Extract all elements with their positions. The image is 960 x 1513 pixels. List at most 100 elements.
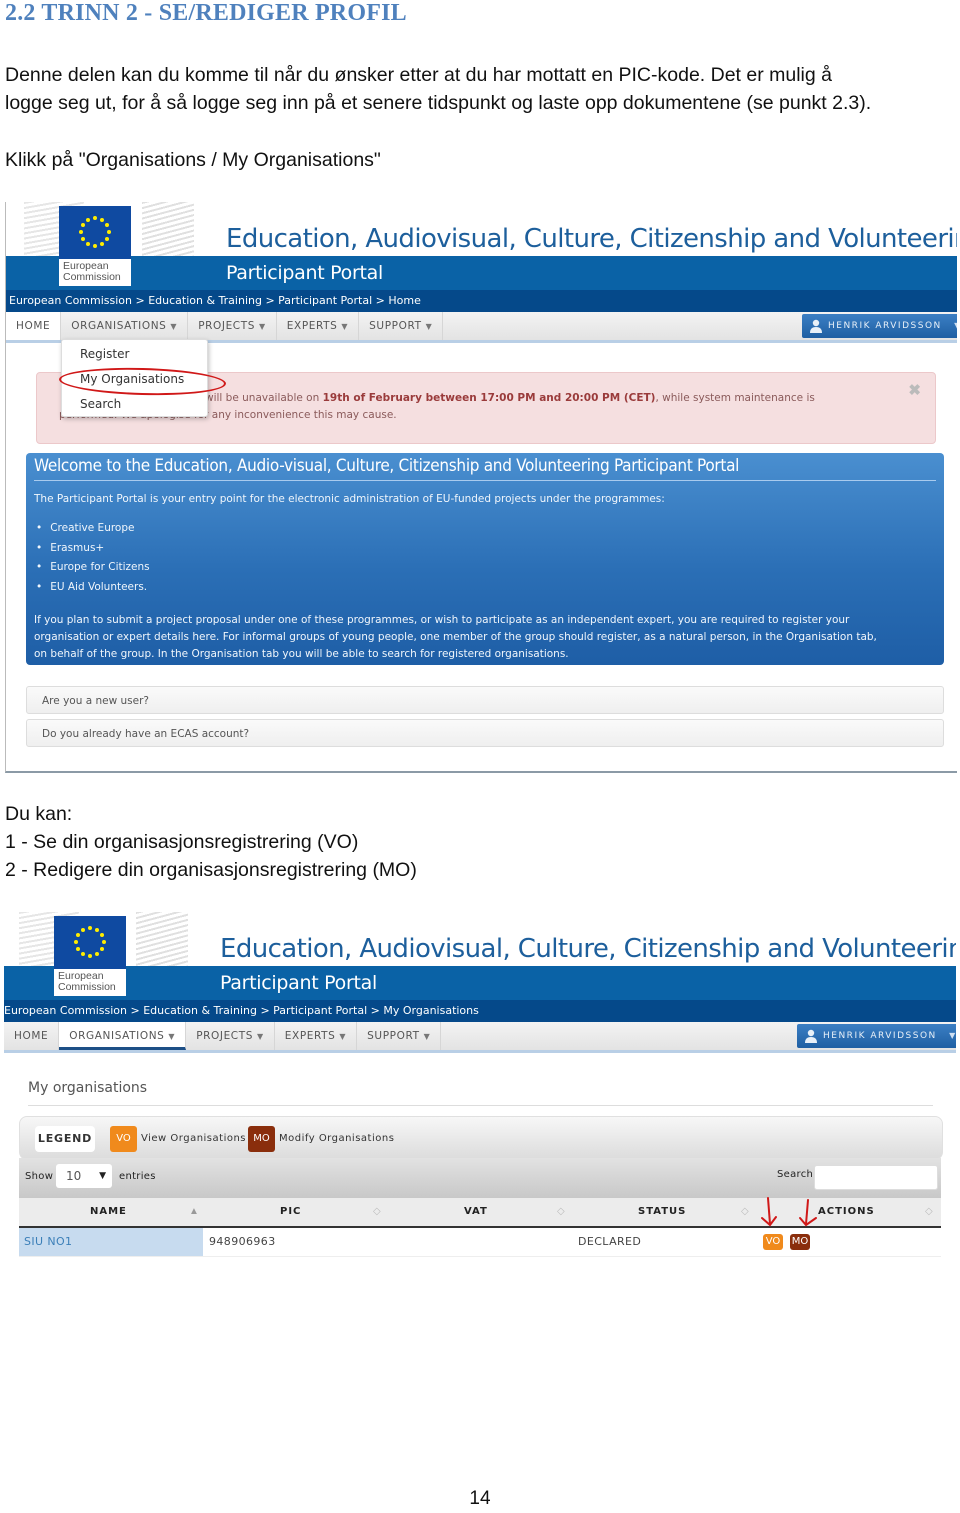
show-label: Show xyxy=(25,1171,54,1182)
intro-line-1: Denne delen kan du komme til når du ønsk… xyxy=(5,64,832,86)
screenshot-portal-home: European Commission Education, Audiovisu… xyxy=(5,202,957,773)
table-row: SIU NO1 948906963 DECLARED VO MO xyxy=(19,1228,941,1257)
caret-down-icon: ▼ xyxy=(339,1032,347,1041)
column-header-name[interactable]: NAME xyxy=(90,1198,127,1226)
vo-badge: VO xyxy=(110,1126,137,1152)
accordion-new-user[interactable]: Are you a new user? xyxy=(26,686,944,714)
user-menu-button[interactable]: HENRIK ARVIDSSON ▼ xyxy=(802,314,957,338)
nav-home[interactable]: HOME xyxy=(6,312,62,340)
entries-label: entries xyxy=(119,1171,156,1182)
ec-logo-line2: Commission xyxy=(58,981,116,993)
table-tools: Show 10 ▼ entries Search xyxy=(19,1158,941,1198)
alert-text-end: , while system maintenance is xyxy=(655,392,815,404)
nav-organisations[interactable]: ORGANISATIONS ▼ xyxy=(61,312,189,340)
sort-icon[interactable]: ◇ xyxy=(925,1198,933,1226)
nav-support-label: SUPPORT xyxy=(369,320,422,332)
modify-organisation-button[interactable]: MO xyxy=(790,1234,810,1250)
column-header-status[interactable]: STATUS xyxy=(638,1198,686,1226)
title-divider xyxy=(28,1105,933,1106)
annotation-arrows xyxy=(761,1197,817,1227)
user-name: HENRIK ARVIDSSON xyxy=(823,1031,937,1041)
sort-icon[interactable]: ◇ xyxy=(373,1198,381,1226)
nav-support[interactable]: SUPPORT ▼ xyxy=(357,1022,442,1050)
view-organisation-button[interactable]: VO xyxy=(763,1234,783,1250)
site-title: Education, Audiovisual, Culture, Citizen… xyxy=(220,934,956,964)
caret-down-icon: ▼ xyxy=(259,322,266,331)
eu-flag-icon xyxy=(59,206,131,261)
caret-down-icon: ▼ xyxy=(423,1032,431,1041)
alert-text-start: will be unavailable on xyxy=(205,392,323,404)
nav-organisations-label: ORGANISATIONS xyxy=(69,1030,165,1042)
welcome-intro: The Participant Portal is your entry poi… xyxy=(34,493,665,505)
cell-status: DECLARED xyxy=(578,1235,642,1248)
nav-home[interactable]: HOME xyxy=(4,1022,60,1050)
annotation-arrow-mo xyxy=(805,1199,809,1225)
welcome-title: Welcome to the Education, Audio-visual, … xyxy=(34,456,740,476)
accordion-ecas-account[interactable]: Do you already have an ECAS account? xyxy=(26,719,944,747)
eu-flag-icon xyxy=(54,916,126,971)
dropdown-item-search[interactable]: Search xyxy=(80,397,121,411)
intro-line-2: logge seg ut, for å så logge seg inn på … xyxy=(5,92,872,114)
nav-organisations[interactable]: ORGANISATIONS ▼ xyxy=(59,1022,187,1050)
caret-down-icon: ▼ xyxy=(954,321,957,330)
page-number: 14 xyxy=(469,1488,491,1509)
user-menu-button[interactable]: HENRIK ARVIDSSON ▼ xyxy=(797,1024,956,1048)
ec-logo-line2: Commission xyxy=(63,271,121,283)
nav-projects-label: PROJECTS xyxy=(198,320,256,332)
search-input[interactable] xyxy=(814,1165,938,1190)
nav-support[interactable]: SUPPORT ▼ xyxy=(359,312,444,340)
caret-down-icon: ▼ xyxy=(257,1032,264,1041)
nav-experts[interactable]: EXPERTS ▼ xyxy=(277,312,360,340)
nav-experts-label: EXPERTS xyxy=(286,320,338,332)
ec-logo-text: European Commission xyxy=(54,969,126,996)
breadcrumb[interactable]: European Commission > Education & Traini… xyxy=(9,294,421,307)
mo-legend-text: Modify Organisations xyxy=(279,1133,395,1144)
portal-title: Participant Portal xyxy=(226,262,383,284)
entries-select[interactable]: 10 ▼ xyxy=(56,1164,112,1188)
welcome-body-line-1: If you plan to submit a project proposal… xyxy=(34,614,850,626)
cell-name[interactable]: SIU NO1 xyxy=(19,1228,203,1256)
user-name: HENRIK ARVIDSSON xyxy=(828,321,942,331)
column-header-actions[interactable]: ACTIONS xyxy=(818,1198,875,1226)
dropdown-item-register[interactable]: Register xyxy=(80,347,129,361)
ec-logo-text: European Commission xyxy=(59,259,131,286)
section-heading: 2.2 TRINN 2 - SE/REDIGER PROFIL xyxy=(5,0,407,26)
sort-asc-icon[interactable]: ▲ xyxy=(189,1198,199,1226)
mo-badge: MO xyxy=(248,1126,275,1152)
vo-legend-text: View Organisations xyxy=(141,1133,247,1144)
alert-text-bold: 19th of February between 17:00 PM and 20… xyxy=(322,392,656,404)
column-header-vat[interactable]: VAT xyxy=(464,1198,488,1226)
column-header-pic[interactable]: PIC xyxy=(280,1198,301,1226)
nav-organisations-label: ORGANISATIONS xyxy=(71,320,167,332)
nav-projects[interactable]: PROJECTS ▼ xyxy=(186,1022,275,1050)
cell-pic: 948906963 xyxy=(209,1235,276,1248)
user-icon xyxy=(810,319,822,333)
breadcrumb[interactable]: European Commission > Education & Traini… xyxy=(4,1004,479,1017)
caret-down-icon: ▼ xyxy=(949,1031,956,1040)
sort-icon[interactable]: ◇ xyxy=(557,1198,565,1226)
caret-down-icon: ▼ xyxy=(170,322,178,331)
nav-experts[interactable]: EXPERTS ▼ xyxy=(275,1022,358,1050)
close-icon[interactable]: ✖ xyxy=(908,381,921,399)
user-icon xyxy=(805,1029,817,1043)
nav-home-label: HOME xyxy=(16,320,51,332)
welcome-body-line-2: organisation or expert details here. For… xyxy=(34,631,877,643)
option-view: 1 - Se din organisasjonsregistrering (VO… xyxy=(5,831,359,853)
nav-projects[interactable]: PROJECTS ▼ xyxy=(188,312,277,340)
programme-item: Europe for Citizens xyxy=(36,561,149,573)
sort-icon[interactable]: ◇ xyxy=(741,1198,749,1226)
screenshot-my-organisations: European Commission Education, Audiovisu… xyxy=(4,912,956,1262)
welcome-panel: Welcome to the Education, Audio-visual, … xyxy=(26,453,944,665)
caret-down-icon: ▼ xyxy=(341,322,349,331)
nav-projects-label: PROJECTS xyxy=(196,1030,254,1042)
caret-down-icon: ▼ xyxy=(425,322,433,331)
programme-item: Erasmus+ xyxy=(36,542,104,554)
option-modify: 2 - Redigere din organisasjonsregistreri… xyxy=(5,859,417,881)
welcome-divider xyxy=(34,480,936,481)
nav-support-label: SUPPORT xyxy=(367,1030,420,1042)
nav-experts-label: EXPERTS xyxy=(284,1030,336,1042)
welcome-body-line-3: on behalf of the group. In the Organisat… xyxy=(34,648,569,660)
site-title: Education, Audiovisual, Culture, Citizen… xyxy=(226,224,957,254)
caret-down-icon: ▼ xyxy=(99,1171,106,1181)
du-kan-label: Du kan: xyxy=(5,803,73,825)
